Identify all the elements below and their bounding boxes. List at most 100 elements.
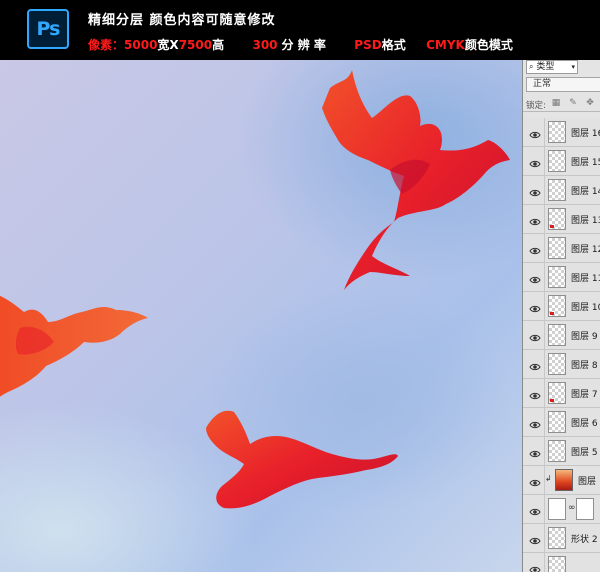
layer-name: 图层 16 [571,129,600,139]
layer-row[interactable]: 图层 8 [523,350,600,379]
layer-name: 图层 8 [571,361,598,371]
layer-row[interactable]: 图层 7 [523,379,600,408]
lock-paint-icon[interactable]: ✎ [568,98,578,108]
row-divider [544,147,545,176]
eye-icon[interactable] [529,474,541,487]
layer-row[interactable]: 图层 11 [523,263,600,292]
layer-row[interactable]: ∞ [523,495,600,524]
format-label: 格式 [381,38,406,52]
thumbnail-mark [550,225,554,228]
eye-icon[interactable] [529,329,541,342]
eye-icon[interactable] [529,503,541,516]
layer-row[interactable]: 图层 6 [523,408,600,437]
layer-thumbnail [548,556,566,572]
layer-row[interactable] [523,553,600,572]
photoshop-logo: Ps [27,9,69,49]
layer-thumbnail [548,324,566,346]
layer-row[interactable]: 图层 13 [523,205,600,234]
width-value: 5000 [124,38,158,52]
eye-icon[interactable] [529,445,541,458]
layer-row[interactable]: 图层 9 [523,321,600,350]
layer-row[interactable]: 图层 14 [523,176,600,205]
eye-icon[interactable] [529,532,541,545]
layer-name: 图层 9 [571,332,598,342]
row-divider [544,379,545,408]
layer-name: 图层 [578,477,597,487]
spec-line: 像素：5000宽X7500高 300 分 辨 率 PSD格式 CMYK颜色模式 [88,36,513,53]
resolution-value: 300 [252,38,278,52]
row-divider [544,553,545,572]
row-divider [544,437,545,466]
row-divider [544,524,545,553]
row-divider [544,234,545,263]
layer-thumbnail [555,469,573,491]
link-icon[interactable]: ∞ [568,503,576,513]
document-canvas[interactable] [0,60,522,572]
lock-position-icon[interactable]: ✥ [585,98,595,108]
layer-row[interactable]: 形状 2 [523,524,600,553]
row-divider [544,495,545,524]
layer-row[interactable]: 图层 16 [523,118,600,147]
filter-kind-value: 类型 [536,62,555,72]
layer-name: 图层 14 [571,187,600,197]
layer-row[interactable]: 图层 15 [523,147,600,176]
row-divider [544,263,545,292]
layer-name: 形状 2 [571,535,598,545]
eye-icon[interactable] [529,416,541,429]
row-divider [544,321,545,350]
eye-icon[interactable] [529,242,541,255]
layer-thumbnail [548,121,566,143]
thumbnail-mark [550,312,554,315]
dove-left [0,295,148,397]
lock-transparency-icon[interactable]: ▦ [551,98,561,108]
layer-name: 图层 5 [571,448,598,458]
height-value: 7500 [178,38,213,52]
layer-name: 图层 6 [571,419,598,429]
eye-icon[interactable] [529,358,541,371]
layer-name: 图层 15 [571,158,600,168]
layer-thumbnail [548,411,566,433]
layer-thumbnail [548,295,566,317]
row-divider [544,350,545,379]
lock-label: 锁定: [526,101,546,111]
layer-kind-filter[interactable]: ⌕ 类型 ▾ [526,60,578,74]
layer-row[interactable]: 图层 12 [523,234,600,263]
layer-thumbnail [548,498,566,520]
resolution-label: 分 辨 率 [281,38,326,52]
layer-thumbnail [548,237,566,259]
lock-row: 锁定: ▦ ✎ ✥ [523,94,600,112]
layer-thumbnail [548,208,566,230]
search-icon: ⌕ [529,62,534,71]
layer-name: 图层 11 [571,274,600,284]
eye-icon[interactable] [529,387,541,400]
color-mode-value: CMYK [426,38,465,52]
row-divider [544,408,545,437]
layer-thumbnail [548,353,566,375]
layer-row[interactable]: 图层 10 [523,292,600,321]
clipping-arrow-icon: ↲ [545,474,552,483]
thumbnail-mark [550,399,554,402]
eye-icon[interactable] [529,155,541,168]
dove-artwork [0,70,510,509]
eye-icon[interactable] [529,561,541,572]
eye-icon[interactable] [529,271,541,284]
height-unit: 高 [212,38,225,52]
blend-mode-select[interactable]: 正常 [526,77,600,92]
layer-row[interactable]: ↲ 图层 [523,466,600,495]
row-divider [544,292,545,321]
eye-icon[interactable] [529,126,541,139]
layer-name: 图层 13 [571,216,600,226]
color-mode-label: 颜色模式 [464,38,513,52]
eye-icon[interactable] [529,300,541,313]
row-divider [544,205,545,234]
layer-row[interactable]: 图层 5 [523,437,600,466]
eye-icon[interactable] [529,213,541,226]
eye-icon[interactable] [529,184,541,197]
dove-small [206,410,398,509]
layer-name: 图层 10 [571,303,600,313]
layer-name: 图层 12 [571,245,600,255]
layer-thumbnail [548,440,566,462]
layer-mask-thumbnail[interactable] [576,498,594,520]
banner-headline: 精细分层 颜色内容可随意修改 [88,13,276,28]
pixels-label: 像素： [88,38,125,52]
